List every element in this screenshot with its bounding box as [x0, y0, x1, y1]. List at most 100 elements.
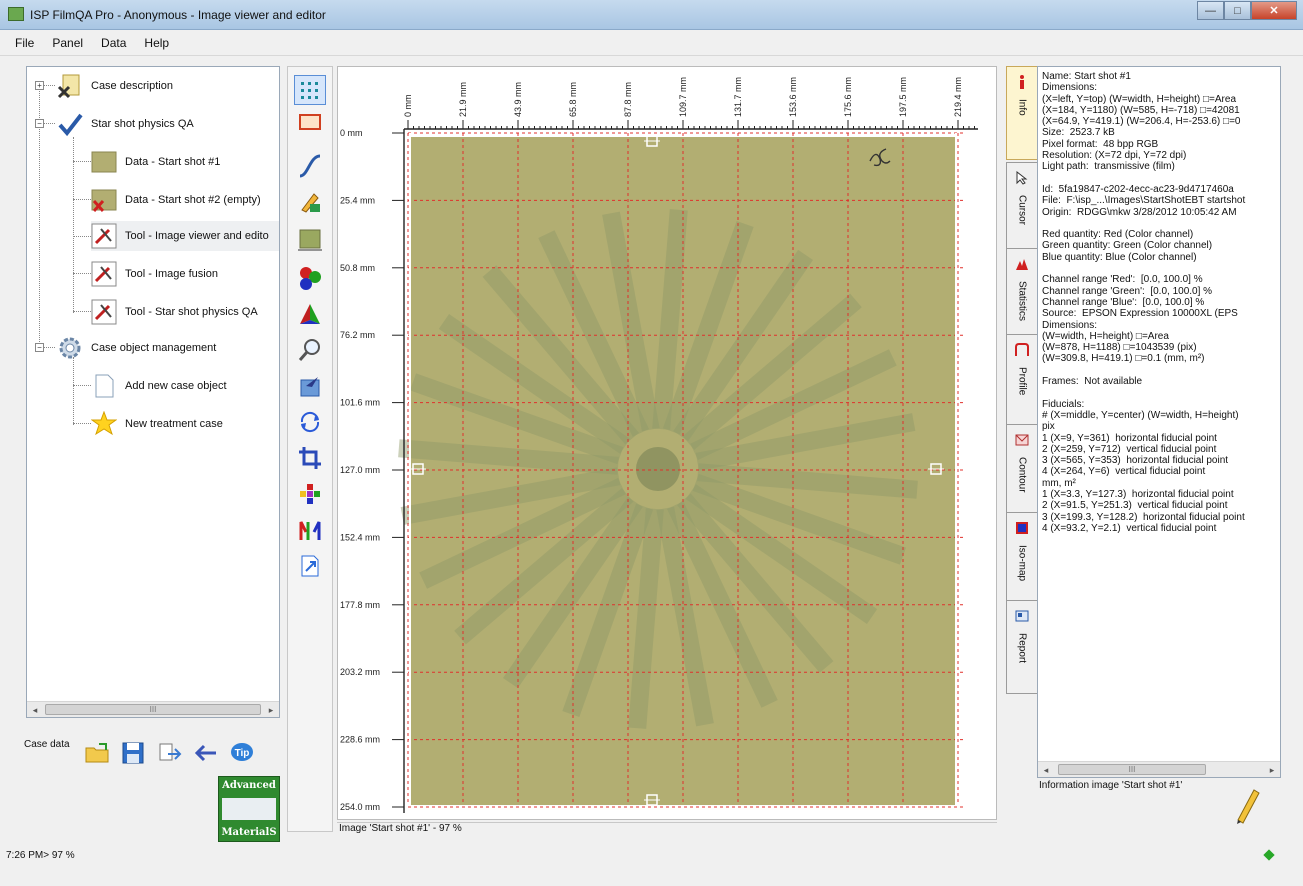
tree-horizontal-scrollbar[interactable]: ◂ III ▸ — [27, 701, 279, 717]
info-line: Source: EPSON Expression 10000XL (EPS — [1042, 308, 1238, 320]
open-folder-icon[interactable] — [84, 740, 110, 766]
expand-toggle[interactable]: − — [35, 119, 44, 128]
tree-item-data-start-shot-1[interactable]: Data - Start shot #1 — [91, 147, 220, 177]
import-tool[interactable] — [294, 371, 326, 401]
menu-bar: File Panel Data Help — [0, 30, 1303, 56]
y-tick-label: 177.8 mm — [340, 600, 380, 610]
pyramid-tool[interactable] — [294, 299, 326, 329]
tab-info[interactable]: Info — [1006, 66, 1037, 160]
status-bar: 7:26 PM> 97 % — [0, 842, 1303, 886]
contour-icon — [1015, 434, 1029, 446]
expand-toggle[interactable]: − — [35, 343, 44, 352]
y-tick-label: 152.4 mm — [340, 532, 380, 542]
rectangle-tool[interactable] — [294, 107, 326, 137]
y-tick-label: 50.8 mm — [340, 263, 375, 273]
image-viewer[interactable]: 0 mm 21.9 mm 43.9 mm 65.8 mm 87.8 mm 109.7 mm… — [337, 66, 997, 820]
y-tick-label: 25.4 mm — [340, 195, 375, 205]
info-line: 3 (X=565, Y=353) horizontal fiducial poi… — [1042, 455, 1229, 467]
info-line: (X=64.9, Y=419.1) (W=206.4, H=-253.6) □=… — [1042, 116, 1241, 128]
back-arrow-icon[interactable] — [192, 740, 218, 766]
tab-statistics[interactable]: Statistics — [1006, 248, 1037, 342]
info-line: 2 (X=91.5, Y=251.3) vertical fiducial po… — [1042, 500, 1228, 512]
tool-icon — [91, 223, 117, 249]
export-image-tool[interactable] — [294, 551, 326, 581]
tree-item-label: Tool - Image viewer and edito — [125, 230, 269, 242]
y-tick-label: 203.2 mm — [340, 667, 380, 677]
grid-points-tool[interactable] — [294, 75, 326, 105]
scroll-left-arrow-icon[interactable]: ◂ — [27, 702, 43, 717]
scroll-left-arrow-icon[interactable]: ◂ — [1038, 762, 1054, 777]
tree-item-tool-image-fusion[interactable]: Tool - Image fusion — [91, 259, 218, 289]
rgb-channels-tool[interactable] — [294, 263, 326, 293]
edit-pencil-icon[interactable] — [1232, 784, 1262, 824]
viewer-canvas[interactable]: 0 mm 21.9 mm 43.9 mm 65.8 mm 87.8 mm 109.7 mm… — [338, 67, 997, 820]
info-line: Size: 2523.7 kB — [1042, 127, 1115, 139]
menu-file[interactable]: File — [6, 36, 43, 50]
x-tick-label: 197.5 mm — [898, 77, 908, 117]
statistics-icon — [1016, 259, 1028, 270]
tab-isomap[interactable]: Iso-map — [1006, 512, 1037, 604]
maximize-button[interactable]: □ — [1224, 1, 1251, 20]
viewer-status: Image 'Start shot #1' - 97 % — [337, 822, 997, 836]
info-line: (W=width, H=height) □=Area — [1042, 330, 1169, 342]
tree-item-star-shot-qa[interactable]: Star shot physics QA — [57, 109, 194, 139]
y-tick-label: 228.6 mm — [340, 735, 380, 745]
minimize-button[interactable]: — — [1197, 1, 1224, 20]
status-indicator — [1263, 849, 1275, 861]
tab-contour[interactable]: Contour — [1006, 424, 1037, 516]
tab-cursor[interactable]: Cursor — [1006, 162, 1037, 256]
window-controls: — □ ✕ — [1197, 1, 1297, 20]
color-pencil-tool[interactable] — [294, 187, 326, 217]
scroll-thumb[interactable]: III — [1058, 764, 1206, 775]
crop-tool[interactable] — [294, 443, 326, 473]
film-empty-icon — [91, 189, 117, 213]
x-tick-label: 219.4 mm — [953, 77, 963, 117]
info-line: Channel range 'Green': [0.0, 100.0] % — [1042, 285, 1213, 297]
info-horizontal-scrollbar[interactable]: ◂ III ▸ — [1038, 761, 1280, 777]
info-line: Red quantity: Red (Color channel) — [1042, 229, 1194, 241]
tree-item-add-case-object[interactable]: Add new case object — [91, 371, 227, 401]
y-tick-label: 254.0 mm — [340, 802, 380, 812]
logo-graph — [222, 798, 276, 820]
profile-icon — [1015, 343, 1029, 356]
zoom-tool[interactable] — [294, 335, 326, 365]
image-tool-strip — [287, 66, 333, 832]
tab-label: Statistics — [1016, 281, 1028, 322]
curve-tool[interactable] — [294, 151, 326, 181]
tree-item-tool-star-shot[interactable]: Tool - Star shot physics QA — [91, 297, 258, 327]
scroll-right-arrow-icon[interactable]: ▸ — [263, 702, 279, 717]
tab-profile[interactable]: Profile — [1006, 334, 1037, 428]
tree-item-new-treatment-case[interactable]: New treatment case — [91, 409, 223, 439]
color-map-tool[interactable] — [294, 479, 326, 509]
menu-data[interactable]: Data — [92, 36, 135, 50]
beam-center — [636, 447, 680, 491]
menu-panel[interactable]: Panel — [43, 36, 92, 50]
menu-help[interactable]: Help — [135, 36, 178, 50]
tree-connector — [73, 311, 91, 312]
scroll-right-arrow-icon[interactable]: ▸ — [1264, 762, 1280, 777]
tree-item-tool-image-viewer[interactable]: Tool - Image viewer and edito — [91, 221, 279, 251]
expand-toggle[interactable]: + — [35, 81, 44, 90]
curve-icon — [299, 154, 321, 178]
tool-icon — [91, 299, 117, 325]
tool-icon — [91, 261, 117, 287]
save-icon[interactable] — [120, 740, 146, 766]
export-icon[interactable] — [156, 740, 182, 766]
tree-item-label: Add new case object — [125, 380, 227, 392]
tree-item-data-start-shot-2[interactable]: Data - Start shot #2 (empty) — [91, 185, 261, 215]
film-tool[interactable] — [294, 225, 326, 255]
info-line: File: F:\isp_...\Images\StartShotEBT sta… — [1042, 195, 1246, 207]
cursor-icon — [1016, 171, 1028, 185]
import-arrow-icon — [300, 377, 320, 397]
tree-item-case-description[interactable]: Case description — [57, 71, 173, 101]
scroll-thumb[interactable]: III — [45, 704, 261, 715]
rotate-tool[interactable] — [294, 407, 326, 437]
tree-item-label: Tool - Star shot physics QA — [125, 306, 258, 318]
report-icon — [1015, 610, 1029, 622]
tab-report[interactable]: Report — [1006, 600, 1037, 694]
tip-icon[interactable]: Tip — [228, 740, 254, 766]
info-panel: Name: Start shot #1 Dimensions: (X=left, Y… — [1037, 66, 1281, 778]
tree-item-case-object-management[interactable]: Case object management — [57, 333, 216, 363]
close-button[interactable]: ✕ — [1251, 1, 1297, 20]
channel-split-tool[interactable] — [294, 515, 326, 545]
